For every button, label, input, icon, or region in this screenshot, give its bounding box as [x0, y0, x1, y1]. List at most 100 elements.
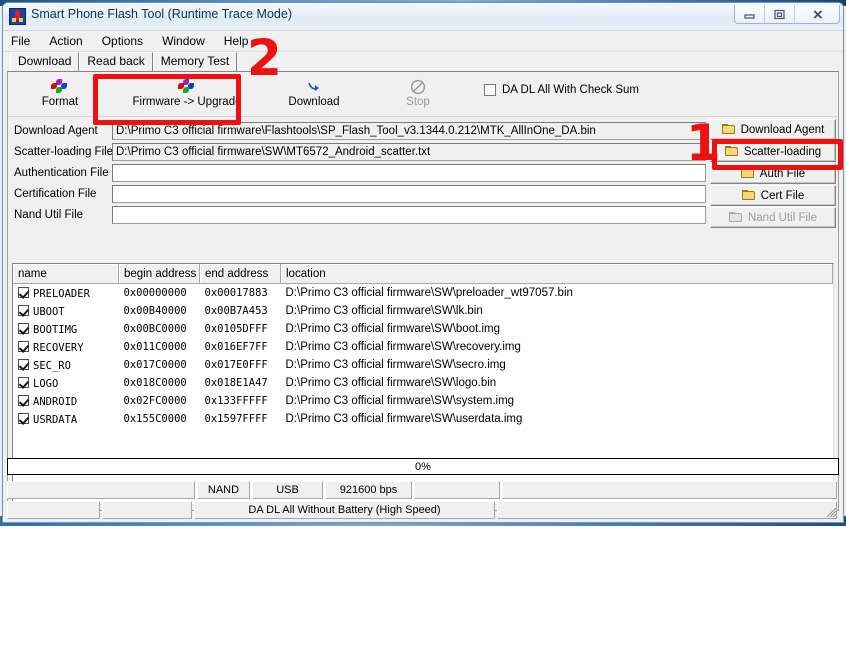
- row-name-cell[interactable]: ANDROID: [13, 392, 119, 410]
- format-button-label: Format: [41, 95, 79, 108]
- row-name-cell[interactable]: RECOVERY: [13, 338, 119, 356]
- download-button-label: Download: [288, 95, 340, 108]
- row-checkbox[interactable]: [18, 340, 29, 352]
- stop-circle-icon: [409, 79, 427, 95]
- row-begin-address: 0x00000000: [123, 287, 187, 299]
- menu-item-action[interactable]: Action: [49, 34, 82, 48]
- row-end-address: 0x133FFFFF: [204, 395, 268, 407]
- row-name-label: LOGO: [33, 377, 59, 390]
- row-location: D:\Primo C3 official firmware\SW\system.…: [285, 395, 515, 407]
- auth-file-button[interactable]: Auth File: [710, 163, 836, 184]
- status-cell-connection: USB: [252, 481, 323, 499]
- nand-util-file-button: Nand Util File: [710, 207, 836, 228]
- row-checkbox[interactable]: [18, 394, 29, 406]
- screenshot-root: Smart Phone Flash Tool (Runtime Trace Mo…: [0, 0, 846, 651]
- firmware-upgrade-button[interactable]: Firmware -> Upgrade: [112, 72, 262, 114]
- tab-strip: Download Read back Memory Test: [3, 52, 843, 71]
- status-bar: NAND USB 921600 bps DA DL All Without Ba…: [7, 481, 839, 519]
- row-end-address: 0x00B7A453: [204, 305, 268, 317]
- close-icon[interactable]: [795, 5, 839, 23]
- row-name-label: BOOTIMG: [33, 323, 78, 336]
- table-row[interactable]: RECOVERY 0x011C0000 0x016EF7FF D:\Primo …: [13, 338, 833, 356]
- maximize-icon[interactable]: [765, 5, 795, 23]
- scatter-loading-button[interactable]: Scatter-loading: [710, 141, 836, 162]
- row-checkbox[interactable]: [18, 358, 29, 370]
- nand-util-file-button-label: Nand Util File: [747, 211, 818, 224]
- input-scatter-loading-file[interactable]: D:\Primo C3 official firmware\SW\MT6572_…: [112, 142, 706, 161]
- row-checkbox[interactable]: [18, 322, 29, 334]
- da-dl-checksum-label: DA DL All With Check Sum: [502, 84, 639, 96]
- row-name-cell[interactable]: SEC_RO: [13, 356, 119, 374]
- download-panel: Format Firmware -> Upgrade Download Stop…: [7, 71, 839, 511]
- column-header-end-address[interactable]: end address: [199, 264, 281, 284]
- status-row-2: DA DL All Without Battery (High Speed): [7, 501, 839, 519]
- table-row[interactable]: ANDROID 0x02FC0000 0x133FFFFF D:\Primo C…: [13, 392, 833, 410]
- progress-bar: 0%: [7, 458, 839, 475]
- download-button[interactable]: Download: [262, 72, 366, 114]
- menu-item-options[interactable]: Options: [102, 34, 143, 48]
- column-header-begin-address[interactable]: begin address: [118, 264, 200, 284]
- partition-rows: PRELOADER 0x00000000 0x00017883 D:\Primo…: [13, 284, 833, 429]
- row-name-cell[interactable]: UBOOT: [13, 302, 119, 320]
- status-cell-empty-2: [414, 481, 500, 499]
- row-checkbox[interactable]: [18, 286, 29, 298]
- input-nand-util-file[interactable]: [112, 205, 706, 224]
- cert-file-button-label: Cert File: [760, 189, 805, 202]
- input-download-agent[interactable]: D:\Primo C3 official firmware\Flashtools…: [112, 121, 706, 140]
- row-begin-address: 0x018C0000: [123, 377, 187, 389]
- title-bar: Smart Phone Flash Tool (Runtime Trace Mo…: [3, 3, 843, 31]
- row-name-cell[interactable]: PRELOADER: [13, 284, 119, 303]
- table-row[interactable]: BOOTIMG 0x00BC0000 0x0105DFFF D:\Primo C…: [13, 320, 833, 338]
- download-agent-browse-label: Download Agent: [740, 123, 825, 136]
- menu-bar: File Action Options Window Help: [3, 31, 843, 52]
- table-row[interactable]: SEC_RO 0x017C0000 0x017E0FFF D:\Primo C3…: [13, 356, 833, 374]
- window-title: Smart Phone Flash Tool (Runtime Trace Mo…: [31, 7, 292, 21]
- table-row[interactable]: PRELOADER 0x00000000 0x00017883 D:\Primo…: [13, 284, 833, 303]
- input-certification-file[interactable]: [112, 184, 706, 203]
- tab-read-back[interactable]: Read back: [79, 52, 153, 71]
- row-name-label: RECOVERY: [33, 341, 84, 354]
- row-location: D:\Primo C3 official firmware\SW\recover…: [285, 341, 521, 353]
- row-name-label: UBOOT: [33, 305, 65, 318]
- label-authentication-file: Authentication File: [14, 166, 109, 179]
- pinwheel-icon: [178, 78, 196, 95]
- column-header-name[interactable]: name: [13, 264, 119, 284]
- resize-grip-icon[interactable]: [823, 504, 837, 518]
- table-row[interactable]: USRDATA 0x155C0000 0x1597FFFF D:\Primo C…: [13, 410, 833, 428]
- row-location: D:\Primo C3 official firmware\SW\logo.bi…: [285, 377, 497, 389]
- row-name-cell[interactable]: USRDATA: [13, 410, 119, 428]
- minimize-icon[interactable]: [735, 5, 765, 23]
- row-checkbox[interactable]: [18, 412, 29, 424]
- menu-item-help[interactable]: Help: [224, 34, 249, 48]
- row-name-cell[interactable]: LOGO: [13, 374, 119, 392]
- row-begin-address: 0x017C0000: [123, 359, 187, 371]
- stop-button: Stop: [366, 72, 470, 114]
- row-location: D:\Primo C3 official firmware\SW\lk.bin: [285, 305, 483, 317]
- column-header-location[interactable]: location: [280, 264, 833, 284]
- row-location: D:\Primo C3 official firmware\SW\preload…: [285, 287, 573, 299]
- tab-download[interactable]: Download: [10, 52, 80, 71]
- folder-icon: [728, 212, 743, 223]
- download-agent-browse-button[interactable]: Download Agent: [710, 119, 836, 140]
- table-row[interactable]: UBOOT 0x00B40000 0x00B7A453 D:\Primo C3 …: [13, 302, 833, 320]
- label-scatter-loading-file: Scatter-loading File: [14, 145, 114, 158]
- row-begin-address: 0x02FC0000: [123, 395, 187, 407]
- status-row-1: NAND USB 921600 bps: [7, 481, 839, 499]
- format-button[interactable]: Format: [8, 72, 112, 114]
- da-dl-checksum-checkbox[interactable]: DA DL All With Check Sum: [484, 84, 639, 96]
- checkbox-box: [484, 84, 496, 96]
- status-cell-mode: DA DL All Without Battery (High Speed): [194, 501, 495, 519]
- table-row[interactable]: LOGO 0x018C0000 0x018E1A47 D:\Primo C3 o…: [13, 374, 833, 392]
- toolbar: Format Firmware -> Upgrade Download Stop…: [8, 72, 838, 117]
- download-arrow-icon: [305, 79, 323, 95]
- row-location: D:\Primo C3 official firmware\SW\secro.i…: [285, 359, 506, 371]
- cert-file-button[interactable]: Cert File: [710, 185, 836, 206]
- menu-item-file[interactable]: File: [11, 34, 30, 48]
- input-authentication-file[interactable]: [112, 163, 706, 182]
- status-cell-empty-1: [7, 481, 195, 499]
- row-name-cell[interactable]: BOOTIMG: [13, 320, 119, 338]
- row-checkbox[interactable]: [18, 304, 29, 316]
- tab-memory-test[interactable]: Memory Test: [152, 52, 238, 71]
- menu-item-window[interactable]: Window: [162, 34, 205, 48]
- row-checkbox[interactable]: [18, 376, 29, 388]
